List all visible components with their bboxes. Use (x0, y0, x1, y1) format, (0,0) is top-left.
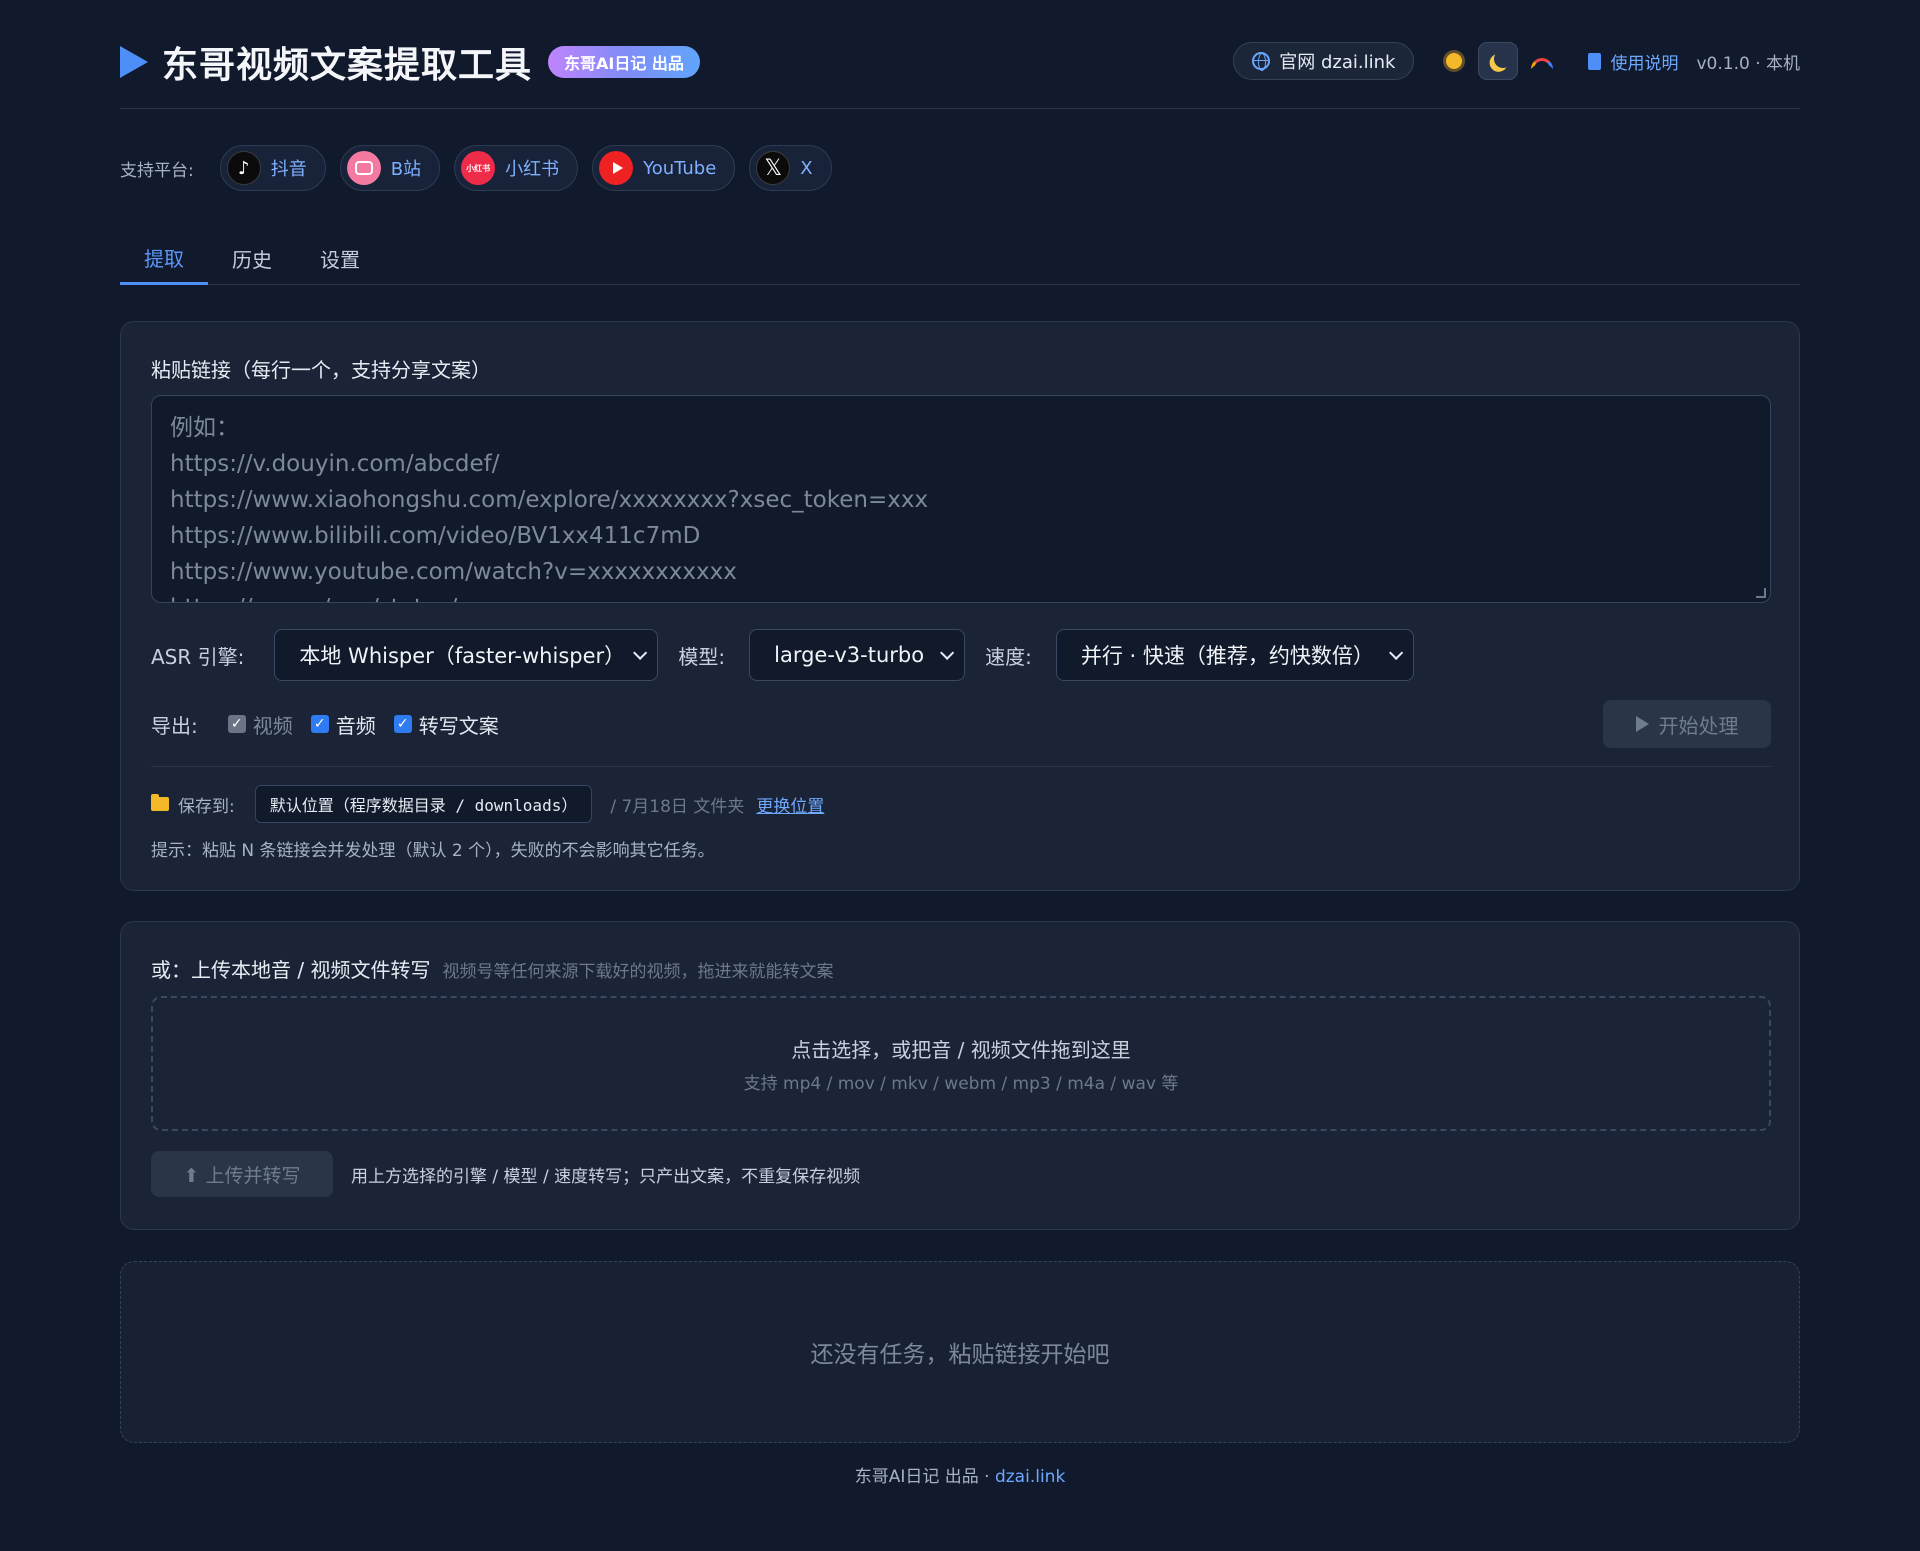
save-path-display: 默认位置（程序数据目录 / downloads） (254, 785, 593, 823)
platform-chip-x[interactable]: 𝕏 X (749, 145, 832, 191)
concurrency-tip: 提示：粘贴 N 条链接会并发处理（默认 2 个），失败的不会影响其它任务。 (151, 841, 715, 861)
book-icon (1588, 52, 1602, 70)
official-site-link[interactable]: 官网 dzai.link (1233, 42, 1415, 80)
export-video-label: 视频 (252, 713, 293, 738)
export-transcript-checkbox[interactable]: ✓ 转写文案 (393, 710, 499, 739)
platform-chip-bilibili[interactable]: B站 (339, 145, 441, 191)
resize-handle-icon[interactable] (1756, 588, 1766, 598)
douyin-icon: ♪ (226, 151, 261, 185)
platform-chip-douyin[interactable]: ♪ 抖音 (219, 145, 326, 191)
moon-icon (1493, 49, 1514, 70)
platform-label: 小红书 (505, 159, 560, 180)
asr-engine-value: 本地 Whisper（faster-whisper） (299, 644, 626, 668)
export-video-checkbox[interactable]: ✓ 视频 (227, 710, 293, 739)
speed-label: 速度: (985, 644, 1032, 669)
export-transcript-label: 转写文案 (418, 713, 499, 738)
footer-site-link[interactable]: dzai.link (995, 1467, 1065, 1487)
platforms-label: 支持平台: (120, 160, 194, 181)
header: 东哥视频文案提取工具 东哥AI日记 出品 官网 dzai.link 使用说明 v… (120, 0, 1800, 109)
upload-title-row: 或：上传本地音 / 视频文件转写 视频号等任何来源下载好的视频，拖进来就能转文案 (151, 954, 833, 983)
extract-card: 粘贴链接（每行一个，支持分享文案） 例如： https://v.douyin.c… (120, 321, 1800, 891)
model-value: large-v3-turbo (774, 643, 925, 667)
model-label: 模型: (678, 644, 726, 669)
task-list: 还没有任务，粘贴链接开始吧 (120, 1261, 1800, 1443)
save-location-row: 保存到: 默认位置（程序数据目录 / downloads） / 7月18日 文件… (151, 785, 824, 823)
play-icon (1635, 716, 1649, 732)
platform-label: YouTube (643, 157, 717, 179)
chevron-down-icon (940, 645, 955, 660)
app-title: 东哥视频文案提取工具 (162, 45, 533, 86)
rainbow-icon (1531, 57, 1554, 69)
supported-platforms: 支持平台: ♪ 抖音 B站 小红书 小红书 YouTube 𝕏 X (120, 144, 846, 192)
xiaohongshu-icon: 小红书 (461, 151, 496, 185)
export-audio-label: 音频 (335, 713, 376, 738)
drop-zone-formats: 支持 mp4 / mov / mkv / webm / mp3 / m4a / … (743, 1073, 1179, 1094)
start-processing-label: 开始处理 (1658, 713, 1739, 738)
platform-chip-youtube[interactable]: YouTube (592, 145, 736, 191)
tab-settings[interactable]: 设置 (296, 232, 384, 285)
theme-switcher (1434, 42, 1566, 80)
chevron-down-icon (1388, 645, 1404, 660)
file-drop-zone[interactable]: 点击选择，或把音 / 视频文件拖到这里 支持 mp4 / mov / mkv /… (151, 996, 1771, 1131)
footer-text: 东哥AI日记 出品 · (854, 1467, 995, 1487)
speed-select[interactable]: 并行 · 快速（推荐，约快数倍） (1055, 629, 1414, 681)
start-processing-button[interactable]: 开始处理 (1603, 700, 1771, 748)
app-container: 东哥视频文案提取工具 东哥AI日记 出品 官网 dzai.link 使用说明 v… (120, 0, 1800, 1487)
usage-guide-link[interactable]: 使用说明 (1588, 49, 1678, 74)
folder-icon (151, 794, 169, 811)
bilibili-icon (346, 151, 381, 185)
links-placeholder: 例如： https://v.douyin.com/abcdef/ https:/… (170, 415, 929, 602)
upload-card: 或：上传本地音 / 视频文件转写 视频号等任何来源下载好的视频，拖进来就能转文案… (120, 921, 1800, 1230)
check-icon: ✓ (393, 715, 412, 733)
upload-subtitle: 视频号等任何来源下载好的视频，拖进来就能转文案 (442, 962, 834, 982)
main-tabs: 提取 历史 设置 (120, 232, 1800, 285)
upload-title: 或：上传本地音 / 视频文件转写 (151, 958, 431, 982)
official-site-label: 官网 dzai.link (1279, 52, 1396, 73)
theme-light-button[interactable] (1434, 42, 1474, 80)
asr-engine-select[interactable]: 本地 Whisper（faster-whisper） (274, 629, 659, 681)
globe-icon (1252, 52, 1271, 71)
play-logo-icon (120, 46, 148, 78)
export-label: 导出: (151, 713, 198, 738)
youtube-icon (599, 151, 634, 185)
drop-zone-main-text: 点击选择，或把音 / 视频文件拖到这里 (791, 1037, 1131, 1062)
tab-extract[interactable]: 提取 (120, 232, 208, 285)
theme-dark-button[interactable] (1478, 42, 1519, 80)
platform-label: X (800, 157, 813, 179)
model-select[interactable]: large-v3-turbo (749, 629, 966, 681)
export-audio-checkbox[interactable]: ✓ 音频 (310, 710, 376, 739)
save-to-label: 保存到: (178, 796, 235, 817)
upload-note: 用上方选择的引擎 / 模型 / 速度转写；只产出文案，不重复保存视频 (351, 1166, 861, 1187)
usage-guide-label: 使用说明 (1610, 53, 1679, 74)
chevron-down-icon (633, 645, 648, 660)
platform-label: B站 (390, 159, 422, 180)
footer: 东哥AI日记 出品 · dzai.link (120, 1462, 1800, 1487)
header-actions: 官网 dzai.link 使用说明 v0.1.0 · 本机 (1233, 42, 1800, 80)
empty-task-message: 还没有任务，粘贴链接开始吧 (810, 1342, 1110, 1368)
x-icon: 𝕏 (756, 151, 791, 185)
theme-colorful-button[interactable] (1522, 42, 1562, 80)
divider (151, 766, 1771, 767)
brand-badge: 东哥AI日记 出品 (548, 46, 700, 78)
check-icon: ✓ (227, 715, 246, 733)
version-label: v0.1.0 · 本机 (1696, 53, 1800, 74)
links-textarea[interactable]: 例如： https://v.douyin.com/abcdef/ https:/… (151, 395, 1771, 603)
upload-transcribe-button[interactable]: ⬆ 上传并转写 (151, 1151, 333, 1197)
asr-settings-row: ASR 引擎: 本地 Whisper（faster-whisper） 模型: l… (151, 629, 1414, 681)
paste-links-label: 粘贴链接（每行一个，支持分享文案） (151, 358, 491, 382)
platform-label: 抖音 (270, 159, 307, 180)
upload-action-row: ⬆ 上传并转写 用上方选择的引擎 / 模型 / 速度转写；只产出文案，不重复保存… (151, 1151, 860, 1197)
asr-engine-label: ASR 引擎: (151, 644, 245, 669)
platform-chip-xiaohongshu[interactable]: 小红书 小红书 (454, 145, 579, 191)
export-row: 导出: ✓ 视频 ✓ 音频 ✓ 转写文案 开始处理 (151, 700, 1771, 748)
speed-value: 并行 · 快速（推荐，约快数倍） (1080, 644, 1374, 668)
check-icon: ✓ (310, 715, 329, 733)
tab-history[interactable]: 历史 (208, 232, 296, 285)
change-location-link[interactable]: 更换位置 (756, 792, 824, 817)
brand: 东哥视频文案提取工具 东哥AI日记 出品 (120, 40, 700, 86)
sun-icon (1446, 53, 1463, 69)
save-folder-suffix: / 7月18日 文件夹 (610, 796, 745, 817)
